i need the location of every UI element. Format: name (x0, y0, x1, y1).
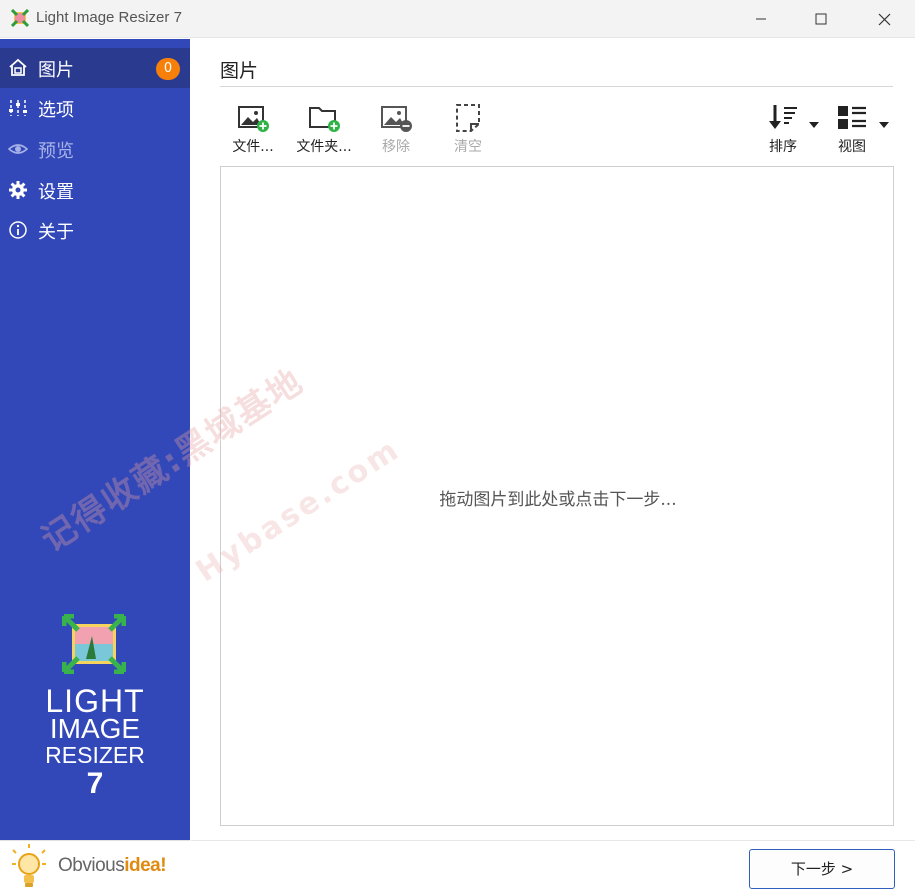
view-button[interactable]: 视图 (830, 102, 874, 158)
remove-image-icon (381, 106, 412, 132)
drop-hint-text: 拖动图片到此处或点击下一步... (439, 490, 677, 510)
clear-button[interactable]: 清空 (442, 102, 494, 158)
eye-icon (8, 144, 28, 154)
clear-label: 清空 (454, 139, 482, 155)
app-logo-icon (11, 9, 29, 27)
sidebar-item-label: 预览 (38, 141, 74, 162)
title-divider (220, 86, 893, 87)
sidebar-item-options[interactable]: 选项 (0, 88, 190, 128)
vendor-name-regular: Obvious (58, 855, 125, 876)
sort-button[interactable]: 排序 (760, 102, 806, 158)
home-icon (9, 58, 27, 76)
footer-divider (191, 840, 915, 841)
brand-logo-icon (62, 614, 126, 674)
maximize-button[interactable] (798, 0, 844, 38)
brand-line-resizer: RESIZER (45, 742, 145, 768)
add-files-button[interactable]: 文件... (226, 102, 280, 158)
sidebar-item-label: 关于 (38, 222, 74, 243)
gear-icon (9, 181, 27, 199)
window-title: Light Image Resizer 7 (36, 9, 182, 26)
sidebar-item-label: 设置 (38, 182, 74, 203)
lightbulb-icon (12, 844, 46, 887)
add-folder-icon (309, 107, 340, 132)
add-image-icon (238, 106, 269, 132)
remove-label: 移除 (382, 139, 410, 155)
next-step-button[interactable]: 下一步 > (749, 849, 895, 889)
view-label: 视图 (838, 139, 866, 155)
vendor-footer[interactable]: Obviousidea! (0, 840, 190, 895)
sidebar-item-images[interactable]: 图片 0 (0, 48, 190, 88)
sidebar-item-preview[interactable]: 预览 (0, 129, 190, 169)
title-bar: Light Image Resizer 7 (0, 0, 915, 38)
clear-list-icon (456, 104, 480, 132)
image-drop-zone[interactable]: 拖动图片到此处或点击下一步... (220, 166, 894, 826)
image-count-badge: 0 (156, 58, 180, 80)
close-button[interactable] (861, 0, 907, 38)
brand-line-image: IMAGE (49, 713, 141, 744)
minimize-icon (756, 18, 766, 20)
view-dropdown-icon[interactable] (879, 122, 889, 128)
add-folder-label: 文件夹... (296, 139, 352, 155)
add-files-label: 文件... (232, 139, 274, 155)
close-icon (878, 13, 890, 25)
page-title: 图片 (220, 60, 259, 82)
minimize-button[interactable] (738, 0, 784, 38)
vendor-logo-text: Obviousidea! (58, 855, 167, 877)
sidebar-item-label: 图片 (38, 60, 74, 81)
info-icon (9, 221, 27, 239)
sort-label: 排序 (769, 139, 797, 155)
sidebar-item-label: 选项 (38, 100, 74, 121)
sliders-icon (9, 100, 27, 116)
maximize-icon (815, 13, 827, 25)
view-list-icon (838, 106, 866, 129)
sort-icon (769, 105, 797, 129)
add-folder-button[interactable]: 文件夹... (292, 102, 356, 158)
brand-line-version: 7 (86, 767, 104, 800)
remove-button[interactable]: 移除 (370, 102, 422, 158)
sort-dropdown-icon[interactable] (809, 122, 819, 128)
sidebar: 图片 0 选项 预览 设置 关于 LIGHT IMAGE RESIZER 7 (0, 39, 190, 840)
sidebar-item-settings[interactable]: 设置 (0, 170, 190, 210)
sidebar-item-about[interactable]: 关于 (0, 210, 190, 250)
vendor-name-bold: idea! (124, 855, 167, 876)
